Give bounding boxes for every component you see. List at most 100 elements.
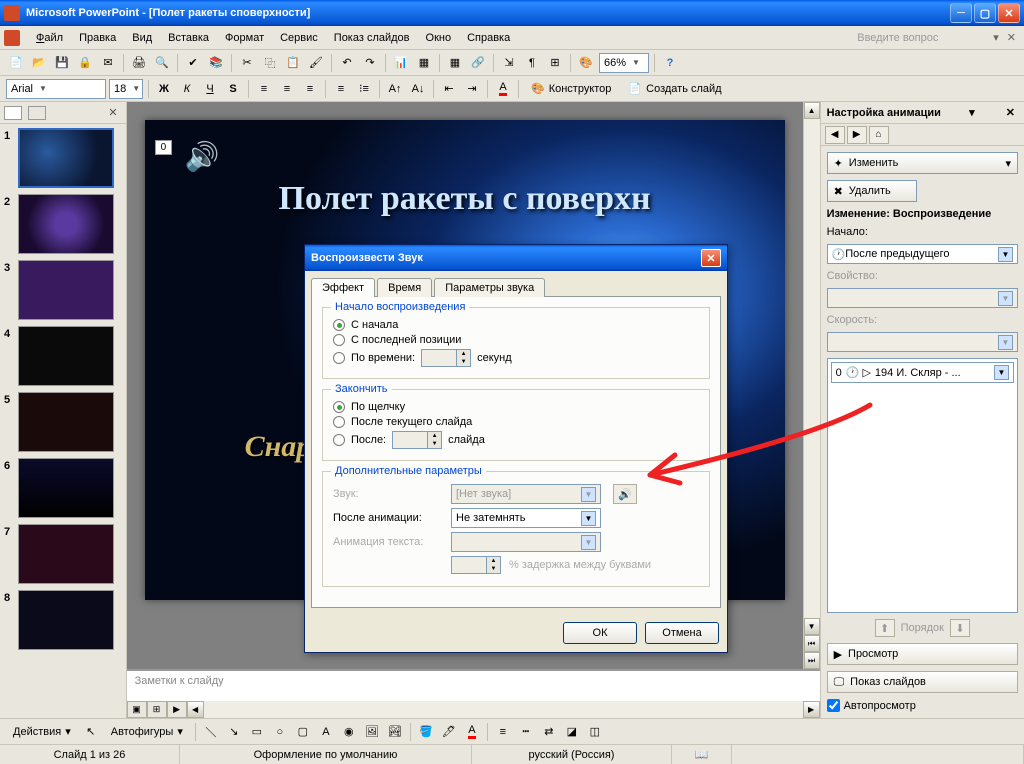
minimize-button[interactable]: ─ bbox=[950, 3, 972, 23]
radio-after-current[interactable] bbox=[333, 416, 345, 428]
save-button[interactable]: 💾 bbox=[52, 53, 72, 73]
menu-insert[interactable]: Вставка bbox=[160, 30, 217, 46]
menu-view[interactable]: Вид bbox=[124, 30, 160, 46]
actions-menu[interactable]: Действия ▾ bbox=[6, 722, 78, 742]
ok-button[interactable]: ОК bbox=[563, 622, 637, 644]
autoshapes-menu[interactable]: Автофигуры ▾ bbox=[104, 722, 190, 742]
next-slide-button[interactable]: ⏭ bbox=[804, 652, 820, 669]
font-combo[interactable]: Arial▼ bbox=[6, 79, 106, 99]
scroll-up-button[interactable]: ▲ bbox=[804, 102, 820, 119]
slide-thumbnail[interactable] bbox=[18, 128, 114, 188]
sound-play-button[interactable]: 🔊 bbox=[613, 484, 637, 504]
align-left-button[interactable]: ≡ bbox=[254, 79, 274, 99]
new-slide-button[interactable]: 📄 Создать слайд bbox=[621, 79, 728, 99]
menu-edit[interactable]: Правка bbox=[71, 30, 124, 46]
help-button[interactable]: ? bbox=[660, 53, 680, 73]
menu-slideshow[interactable]: Показ слайдов bbox=[326, 30, 418, 46]
table-button[interactable]: ▦ bbox=[414, 53, 434, 73]
slide-thumbnail[interactable] bbox=[18, 392, 114, 452]
open-button[interactable]: 📂 bbox=[29, 53, 49, 73]
slide-thumbnail[interactable] bbox=[18, 524, 114, 584]
shadow-button[interactable]: S bbox=[223, 79, 243, 99]
slideshow-view-button[interactable]: ▶ bbox=[167, 701, 187, 718]
menu-help[interactable]: Справка bbox=[459, 30, 518, 46]
shadow-style-button[interactable]: ◪ bbox=[562, 722, 582, 742]
radio-by-time[interactable] bbox=[333, 352, 345, 364]
decrease-indent-button[interactable]: ⇤ bbox=[439, 79, 459, 99]
tables-borders-button[interactable]: ▦ bbox=[445, 53, 465, 73]
bullets-button[interactable]: ⁝≡ bbox=[354, 79, 374, 99]
align-center-button[interactable]: ≡ bbox=[277, 79, 297, 99]
maximize-button[interactable]: ▢ bbox=[974, 3, 996, 23]
print-button[interactable]: 🖨 bbox=[129, 53, 149, 73]
research-button[interactable]: 📚 bbox=[206, 53, 226, 73]
radio-from-start[interactable] bbox=[333, 319, 345, 331]
color-button[interactable]: 🎨 bbox=[576, 53, 596, 73]
line-color-button[interactable]: 🖊 bbox=[439, 722, 459, 742]
vertical-scrollbar[interactable]: ▲ ▼ ⏮ ⏭ bbox=[803, 102, 820, 669]
bold-button[interactable]: Ж bbox=[154, 79, 174, 99]
autopreview-checkbox[interactable]: Автопросмотр bbox=[827, 699, 1018, 712]
dash-style-button[interactable]: ┅ bbox=[516, 722, 536, 742]
numbering-button[interactable]: ≡ bbox=[331, 79, 351, 99]
diagram-button[interactable]: ◉ bbox=[339, 722, 359, 742]
radio-from-last[interactable] bbox=[333, 334, 345, 346]
panel-close-button[interactable]: ✕ bbox=[104, 106, 121, 119]
tab-sound-params[interactable]: Параметры звука bbox=[434, 278, 545, 297]
font-size-combo[interactable]: 18▼ bbox=[109, 79, 143, 99]
grid-button[interactable]: ⊞ bbox=[545, 53, 565, 73]
sorter-view-button[interactable]: ⊞ bbox=[147, 701, 167, 718]
doc-close-button[interactable]: ✕ bbox=[1003, 31, 1020, 44]
cut-button[interactable]: ✂ bbox=[237, 53, 257, 73]
slideshow-button[interactable]: 🖵 Показ слайдов bbox=[827, 671, 1018, 693]
email-button[interactable]: ✉ bbox=[98, 53, 118, 73]
expand-button[interactable]: ⇲ bbox=[499, 53, 519, 73]
designer-button[interactable]: 🎨 Конструктор bbox=[524, 79, 618, 99]
decrease-font-button[interactable]: A↓ bbox=[408, 79, 428, 99]
new-button[interactable]: 📄 bbox=[6, 53, 26, 73]
arrow-style-button[interactable]: ⇄ bbox=[539, 722, 559, 742]
slides-tab[interactable] bbox=[4, 106, 22, 120]
taskpane-back-button[interactable]: ◀ bbox=[825, 126, 845, 144]
slide-thumbnail[interactable] bbox=[18, 194, 114, 254]
scroll-down-button[interactable]: ▼ bbox=[804, 618, 820, 635]
font-color-button[interactable]: A bbox=[493, 79, 513, 99]
format-painter-button[interactable]: 🖌 bbox=[306, 53, 326, 73]
spellcheck-button[interactable]: ✔ bbox=[183, 53, 203, 73]
notes-pane[interactable]: Заметки к слайду bbox=[127, 669, 820, 701]
prev-slide-button[interactable]: ⏮ bbox=[804, 635, 820, 652]
textbox-tool-button[interactable]: ▢ bbox=[293, 722, 313, 742]
status-spellcheck-icon[interactable]: 📖 bbox=[672, 745, 732, 764]
scroll-right-button[interactable]: ▶ bbox=[803, 701, 820, 718]
paste-button[interactable]: 📋 bbox=[283, 53, 303, 73]
scroll-left-button[interactable]: ◀ bbox=[187, 701, 204, 718]
menu-file[interactable]: Файл bbox=[28, 30, 71, 46]
line-style-button[interactable]: ≡ bbox=[493, 722, 513, 742]
line-tool-button[interactable]: ＼ bbox=[201, 722, 221, 742]
fill-color-button[interactable]: 🪣 bbox=[416, 722, 436, 742]
underline-button[interactable]: Ч bbox=[200, 79, 220, 99]
animation-item[interactable]: 0 🕐 ▷ 194 И. Скляр - ... ▼ bbox=[831, 362, 1014, 383]
move-up-button[interactable]: ⬆ bbox=[875, 619, 895, 637]
copy-button[interactable]: ⿻ bbox=[260, 53, 280, 73]
arrow-tool-button[interactable]: ↘ bbox=[224, 722, 244, 742]
select-objects-button[interactable]: ↖ bbox=[81, 722, 101, 742]
taskpane-home-button[interactable]: ⌂ bbox=[869, 126, 889, 144]
normal-view-button[interactable]: ▣ bbox=[127, 701, 147, 718]
outline-tab[interactable] bbox=[28, 106, 46, 120]
italic-button[interactable]: К bbox=[177, 79, 197, 99]
slide-thumbnail[interactable] bbox=[18, 326, 114, 386]
zoom-combo[interactable]: 66%▼ bbox=[599, 53, 649, 73]
move-down-button[interactable]: ⬇ bbox=[950, 619, 970, 637]
wordart-button[interactable]: A bbox=[316, 722, 336, 742]
delete-effect-button[interactable]: ✖ Удалить bbox=[827, 180, 917, 202]
tab-time[interactable]: Время bbox=[377, 278, 432, 297]
clipart-button[interactable]: 🖼 bbox=[362, 722, 382, 742]
align-right-button[interactable]: ≡ bbox=[300, 79, 320, 99]
permission-button[interactable]: 🔒 bbox=[75, 53, 95, 73]
undo-button[interactable]: ↶ bbox=[337, 53, 357, 73]
slide-subtitle-text[interactable]: Снар bbox=[245, 430, 312, 464]
oval-tool-button[interactable]: ○ bbox=[270, 722, 290, 742]
change-effect-button[interactable]: ✦ Изменить ▾ bbox=[827, 152, 1018, 174]
ask-question-input[interactable]: Введите вопрос bbox=[849, 30, 989, 46]
